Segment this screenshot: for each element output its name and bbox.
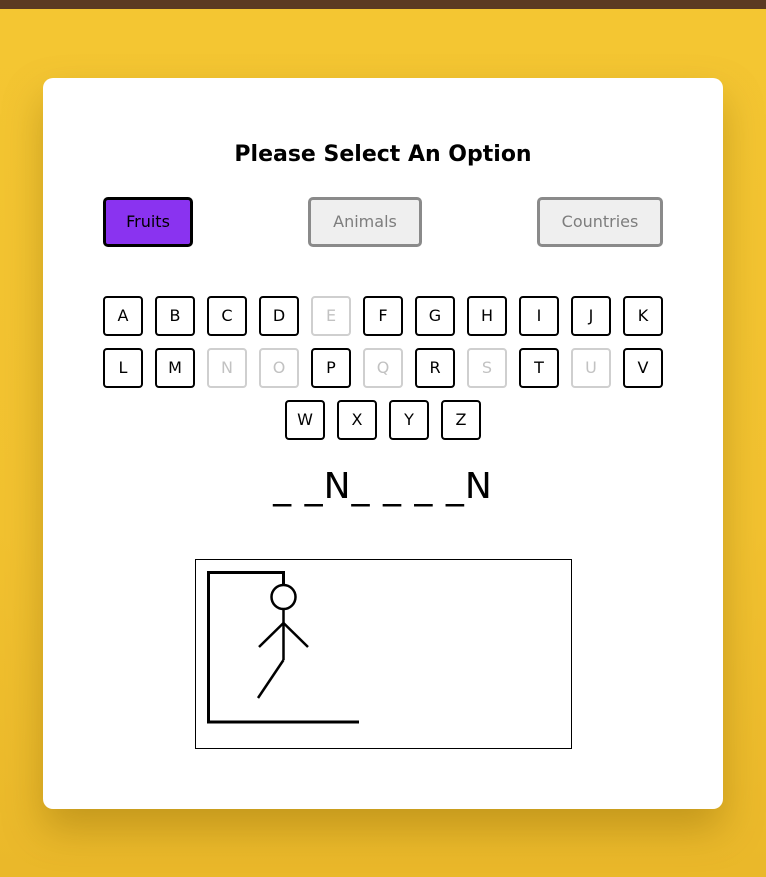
letter-key-w[interactable]: W (285, 400, 325, 440)
stickman-left-arm (258, 622, 285, 648)
stickman-head (270, 583, 297, 611)
page-title: Please Select An Option (234, 142, 532, 167)
letter-key-m[interactable]: M (155, 348, 195, 388)
letter-key-t[interactable]: T (519, 348, 559, 388)
letter-key-i[interactable]: I (519, 296, 559, 336)
letter-keyboard: ABCDEFGHIJK LMNOPQRSTUV WXYZ (43, 296, 723, 452)
letter-key-u: U (571, 348, 611, 388)
letter-key-j[interactable]: J (571, 296, 611, 336)
hangman-drawing (207, 571, 359, 724)
letter-key-g[interactable]: G (415, 296, 455, 336)
keyboard-row: WXYZ (43, 400, 723, 440)
option-countries-button[interactable]: Countries (537, 197, 663, 247)
stickman-right-arm (282, 622, 309, 648)
letter-key-b[interactable]: B (155, 296, 195, 336)
hangman-canvas (195, 559, 572, 749)
hidden-word: _ _N_ _ _ _N (273, 466, 493, 507)
letter-key-l[interactable]: L (103, 348, 143, 388)
letter-key-o: O (259, 348, 299, 388)
option-animals-button[interactable]: Animals (308, 197, 422, 247)
letter-key-f[interactable]: F (363, 296, 403, 336)
option-fruits-button[interactable]: Fruits (103, 197, 193, 247)
game-card: Please Select An Option Fruits Animals C… (43, 78, 723, 809)
letter-key-d[interactable]: D (259, 296, 299, 336)
keyboard-row: ABCDEFGHIJK (43, 296, 723, 336)
letter-key-c[interactable]: C (207, 296, 247, 336)
letter-key-x[interactable]: X (337, 400, 377, 440)
letter-key-e: E (311, 296, 351, 336)
letter-key-n: N (207, 348, 247, 388)
letter-key-p[interactable]: P (311, 348, 351, 388)
letter-key-s: S (467, 348, 507, 388)
letter-key-a[interactable]: A (103, 296, 143, 336)
letter-key-h[interactable]: H (467, 296, 507, 336)
top-bar (0, 0, 766, 9)
letter-key-y[interactable]: Y (389, 400, 429, 440)
letter-key-r[interactable]: R (415, 348, 455, 388)
stickman-left-leg (256, 659, 285, 699)
letter-key-v[interactable]: V (623, 348, 663, 388)
letter-key-z[interactable]: Z (441, 400, 481, 440)
keyboard-row: LMNOPQRSTUV (43, 348, 723, 388)
letter-key-q: Q (363, 348, 403, 388)
letter-key-k[interactable]: K (623, 296, 663, 336)
